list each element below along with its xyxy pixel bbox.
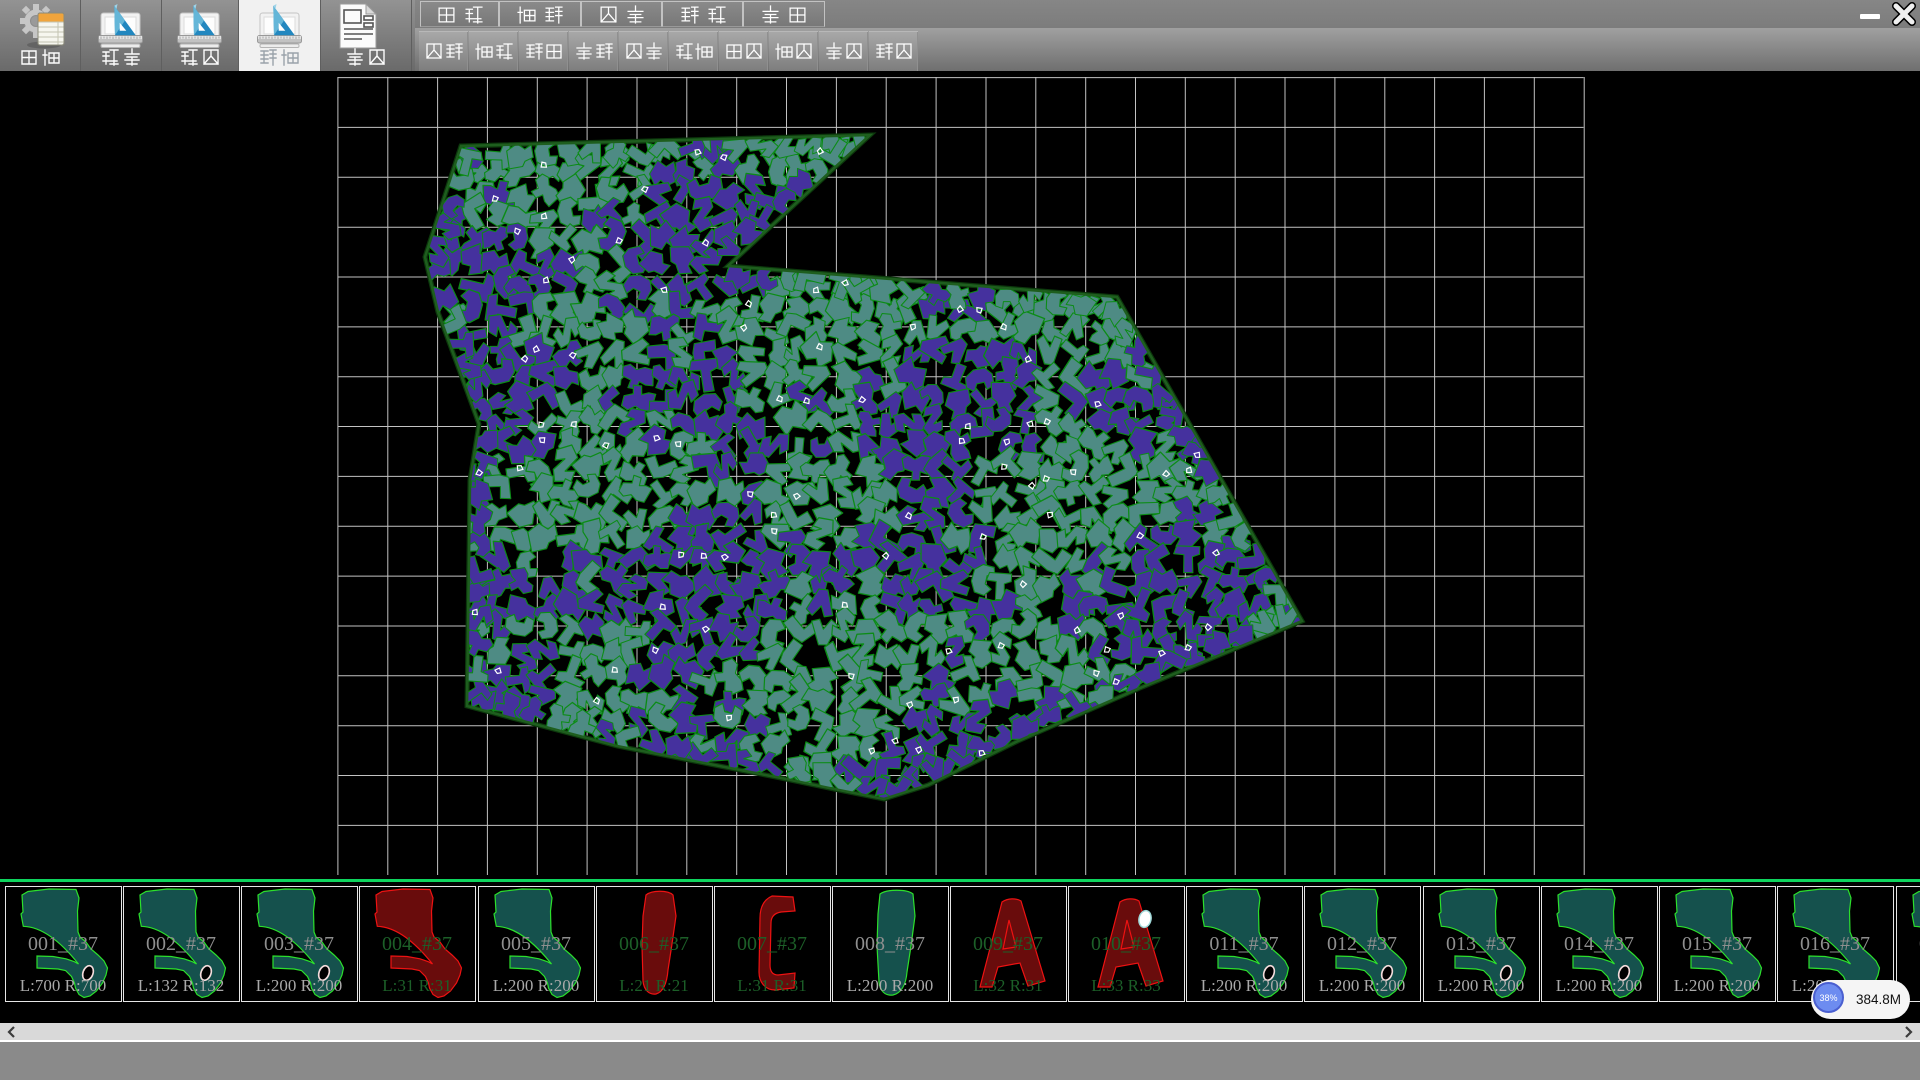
svg-text:016_#37: 016_#37 [1800, 933, 1870, 955]
svg-text:L:200 R:200: L:200 R:200 [256, 976, 342, 995]
svg-text:L:31 R:31: L:31 R:31 [382, 976, 451, 995]
svg-text:L:700 R:700: L:700 R:700 [20, 976, 106, 995]
svg-text:009_#37: 009_#37 [973, 933, 1043, 955]
svg-text:L:33 R:33: L:33 R:33 [1091, 976, 1160, 995]
svg-text:014_#37: 014_#37 [1564, 933, 1634, 955]
svg-text:002_#37: 002_#37 [146, 933, 216, 955]
svg-text:003_#37: 003_#37 [264, 933, 334, 955]
svg-text:015_#37: 015_#37 [1682, 933, 1752, 955]
svg-text:L:200 R:200: L:200 R:200 [1319, 976, 1405, 995]
svg-text:004_#37: 004_#37 [382, 933, 452, 955]
svg-text:007_#37: 007_#37 [737, 933, 807, 955]
svg-text:011_#37: 011_#37 [1209, 933, 1278, 955]
svg-text:005_#37: 005_#37 [501, 933, 571, 955]
svg-text:012_#37: 012_#37 [1327, 933, 1397, 955]
svg-text:008_#37: 008_#37 [855, 933, 925, 955]
svg-text:013_#37: 013_#37 [1446, 933, 1516, 955]
svg-text:L:31 R:31: L:31 R:31 [737, 976, 806, 995]
svg-text:L:21 R:21: L:21 R:21 [619, 976, 688, 995]
svg-text:L:200 R:200: L:200 R:200 [1201, 976, 1287, 995]
svg-text:L:200 R:200: L:200 R:200 [847, 976, 933, 995]
svg-text:L:200 R:200: L:200 R:200 [1674, 976, 1760, 995]
svg-text:006_#37: 006_#37 [619, 933, 689, 955]
svg-text:L:32 R:31: L:32 R:31 [973, 976, 1042, 995]
svg-text:L:200 R:200: L:200 R:200 [1438, 976, 1524, 995]
svg-text:L:200 R:200: L:200 R:200 [1556, 976, 1642, 995]
svg-text:L:200 R:200: L:200 R:200 [493, 976, 579, 995]
svg-text:010_#37: 010_#37 [1091, 933, 1161, 955]
svg-text:001_#37: 001_#37 [28, 933, 98, 955]
svg-text:L:132 R:132: L:132 R:132 [138, 976, 224, 995]
